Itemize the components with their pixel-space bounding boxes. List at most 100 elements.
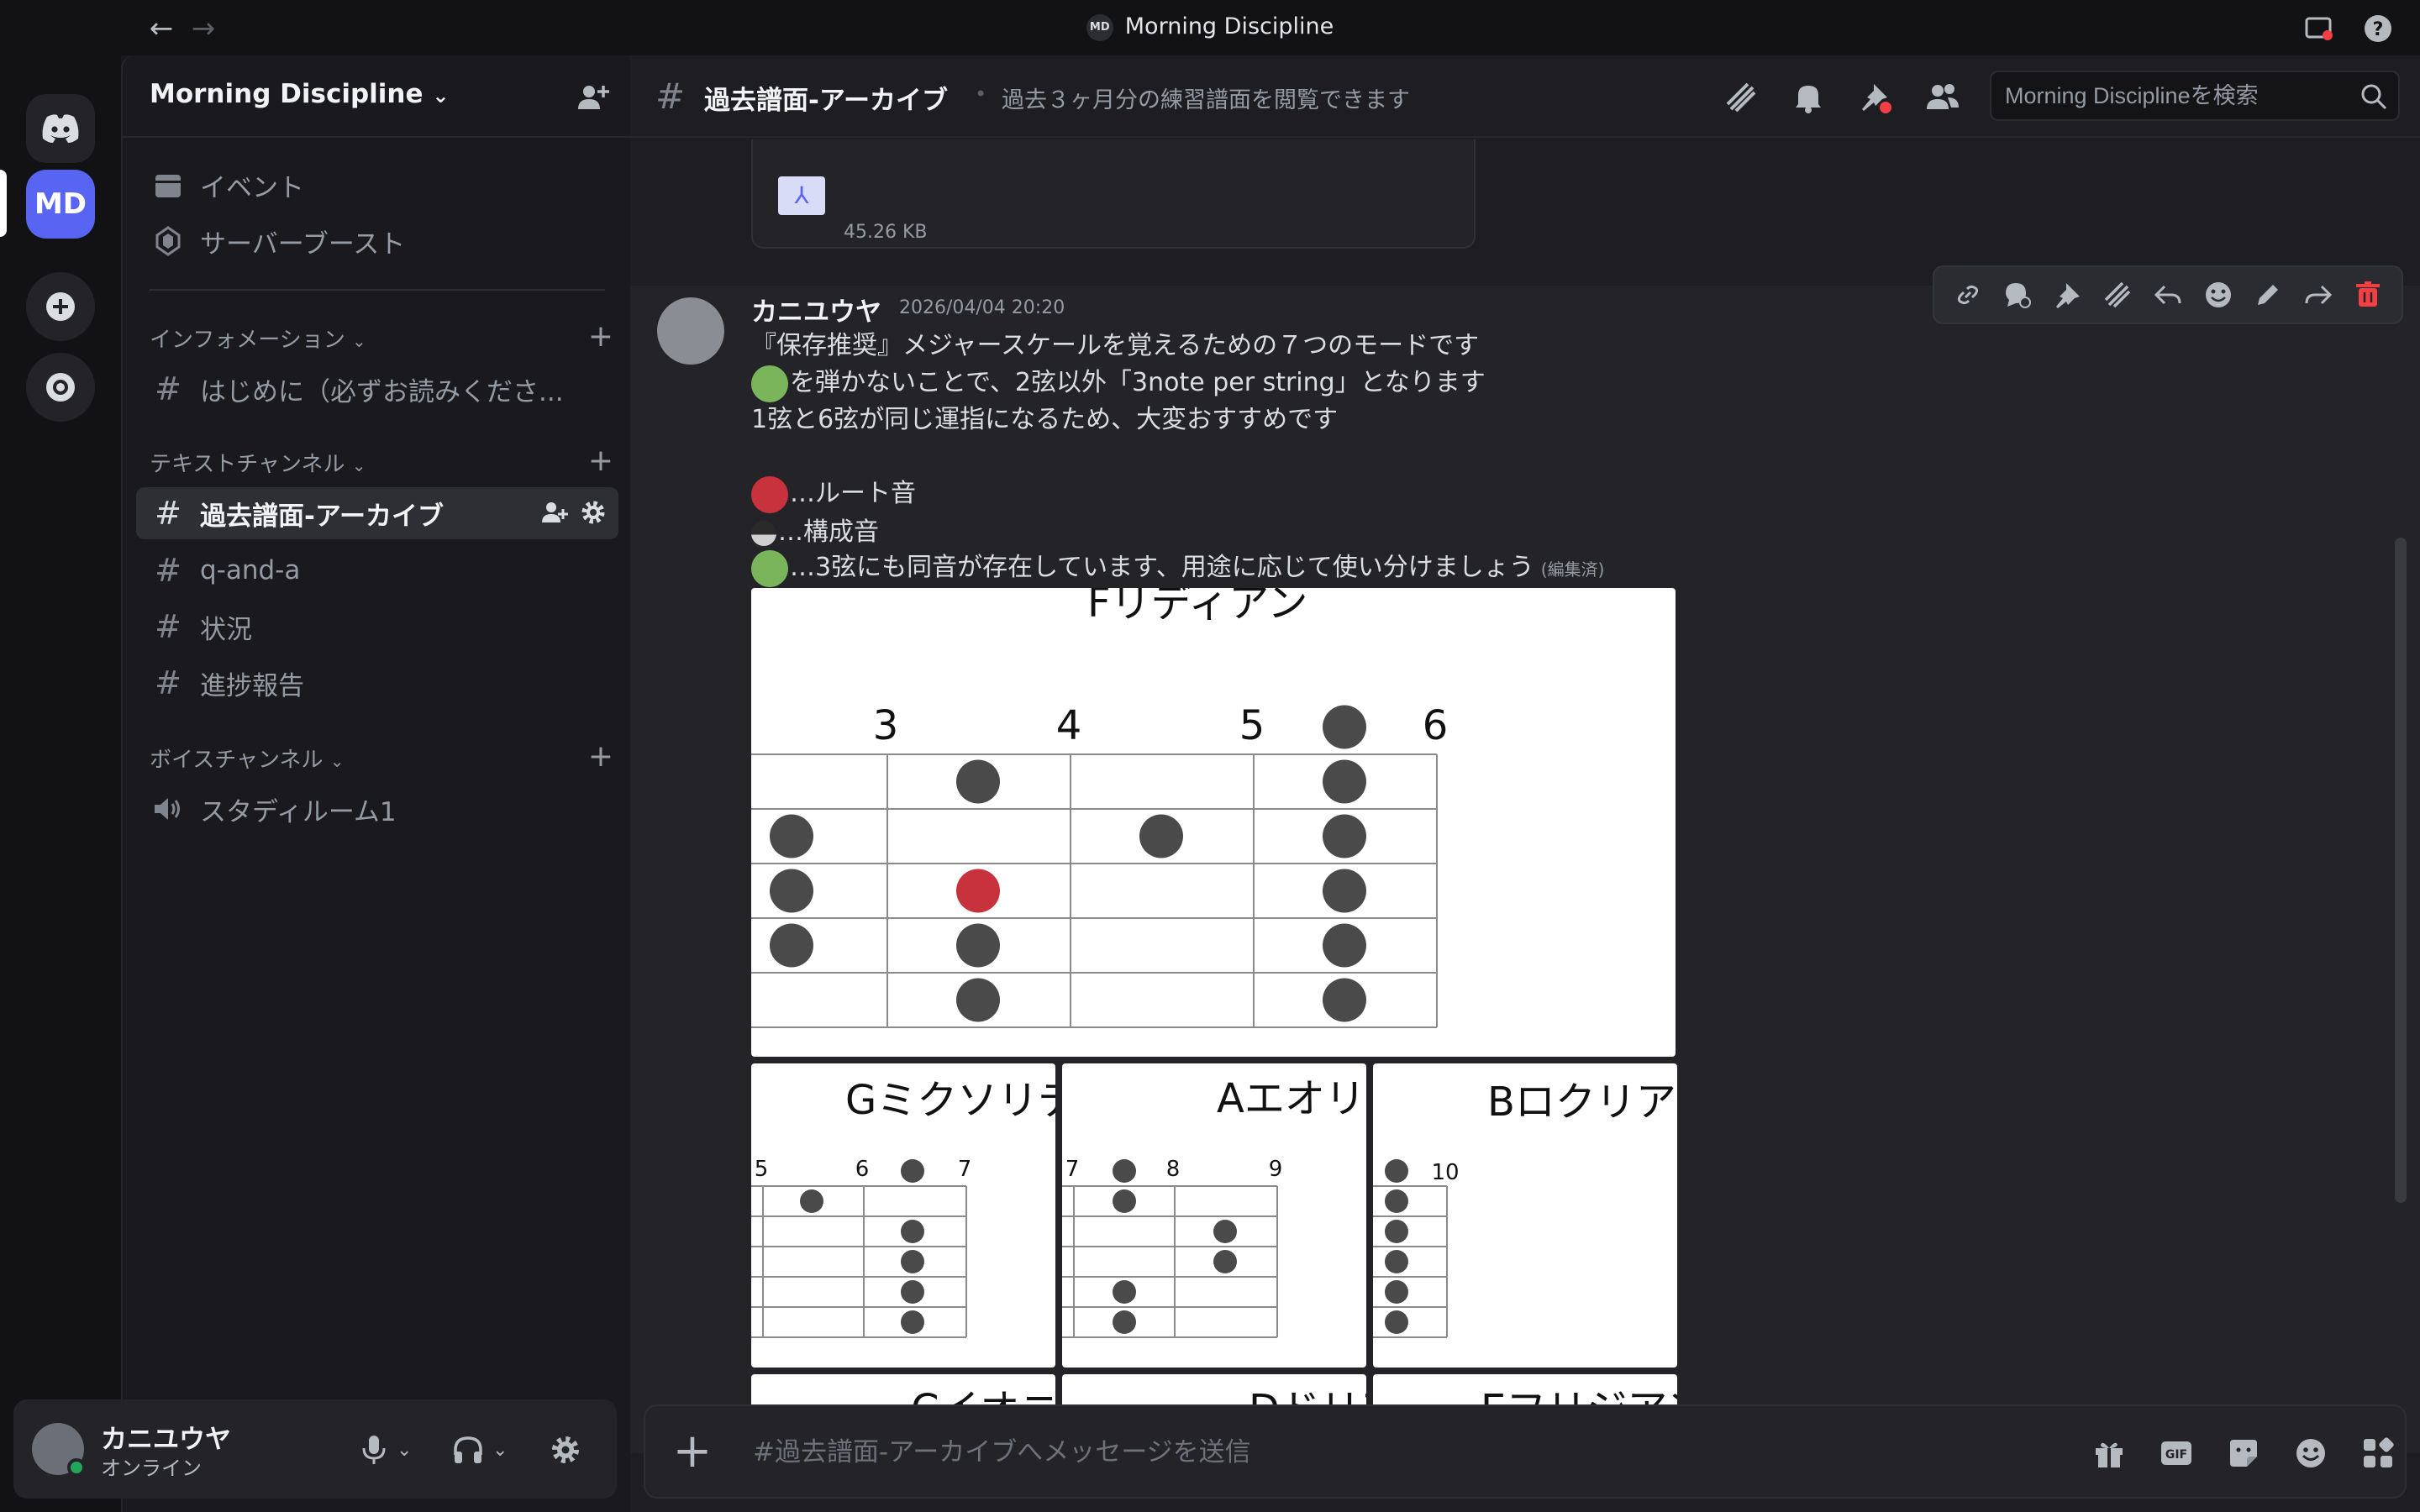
- server-header[interactable]: Morning Discipline ⌄: [123, 55, 632, 138]
- home-discord-button[interactable]: [26, 94, 95, 163]
- hash-icon: #: [155, 370, 182, 407]
- message-line-text: …3弦にも同音が存在しています、用途に応じて使い分けましょう: [790, 553, 1534, 582]
- scale-note-dot: [800, 1189, 823, 1213]
- edit-pencil-icon[interactable]: [2251, 278, 2285, 312]
- scale-diagram-g-mixolydian[interactable]: Gミクソリディアン 567: [751, 1063, 1055, 1368]
- message-line: を弾かないことで、2弦以外「3note per string」となります: [751, 361, 1486, 402]
- notification-bell-icon[interactable]: [1790, 79, 1827, 116]
- sidebar-item-server-boost[interactable]: サーバーブースト: [136, 215, 618, 267]
- scale-diagram-b-locrian[interactable]: Bロクリアン 10: [1373, 1063, 1677, 1368]
- hash-icon: #: [155, 608, 182, 645]
- scale-note-dot: [1113, 1159, 1136, 1183]
- help-icon[interactable]: ?: [2363, 13, 2393, 44]
- server-name[interactable]: Morning Discipline ⌄: [150, 79, 449, 109]
- category-text-channels[interactable]: テキストチャンネル ⌄ +: [150, 444, 620, 480]
- sidebar-item-label: 状況: [200, 614, 252, 645]
- sidebar-item-q-and-a[interactable]: # q-and-a: [136, 544, 618, 596]
- user-name[interactable]: カニユウヤ: [101, 1418, 231, 1456]
- message-input[interactable]: [753, 1431, 1845, 1473]
- fret-number-label: 5: [1239, 702, 1265, 749]
- emoji-icon[interactable]: [2292, 1435, 2329, 1472]
- server-icon-md[interactable]: MD: [26, 170, 95, 239]
- category-voice-channels[interactable]: ボイスチャンネル ⌄ +: [150, 739, 620, 776]
- scrollbar-thumb[interactable]: [2395, 538, 2407, 1203]
- copy-link-icon[interactable]: [1951, 278, 1985, 312]
- gif-icon[interactable]: GIF: [2158, 1435, 2195, 1472]
- add-reaction-icon[interactable]: [2202, 278, 2235, 312]
- title-bar: ← → MD Morning Discipline ?: [0, 0, 2420, 55]
- search-box[interactable]: [1990, 71, 2400, 121]
- scale-note-dot: [1323, 759, 1366, 804]
- threads-icon[interactable]: [1723, 79, 1760, 116]
- create-thread-icon[interactable]: [2101, 278, 2134, 312]
- sidebar-item-hajimeni[interactable]: # はじめに（必ずお読みくださ...: [136, 363, 618, 415]
- scale-note-dot: [1385, 1189, 1408, 1213]
- pin-icon[interactable]: [2051, 278, 2085, 312]
- channel-topic[interactable]: 過去３ヶ月分の練習譜面を閲覧できます: [1002, 81, 1410, 114]
- scale-diagram-a-aeolian[interactable]: Aエオリアン 789: [1062, 1063, 1366, 1368]
- scale-note-dot: [1113, 1189, 1136, 1213]
- reply-thread-icon[interactable]: [2001, 278, 2034, 312]
- search-input[interactable]: [2005, 79, 2341, 113]
- invite-to-channel-icon[interactable]: [541, 499, 568, 533]
- scale-note-dot: [1385, 1220, 1408, 1243]
- scale-note-dot: [901, 1310, 924, 1334]
- svg-text:GIF: GIF: [2165, 1448, 2187, 1462]
- scale-note-dot: [956, 978, 1000, 1022]
- sidebar-item-archive[interactable]: # 過去譜面-アーカイブ: [136, 487, 618, 539]
- mute-control[interactable]: ⌄: [360, 1433, 412, 1467]
- chevron-down-icon: ⌄: [492, 1439, 508, 1461]
- sidebar-item-progress-report[interactable]: # 進捗報告: [136, 657, 618, 709]
- channel-sidebar: Morning Discipline ⌄ イベント サーバーブースト インフォメ…: [121, 55, 632, 1512]
- forward-icon[interactable]: [2302, 278, 2335, 312]
- sidebar-item-label: サーバーブースト: [200, 228, 406, 260]
- message-line: 1弦と6弦が同じ運指になるため、大変おすすめです: [751, 405, 1339, 434]
- scale-note-dot: [1323, 869, 1366, 913]
- scale-note-dot: [1323, 923, 1366, 968]
- scale-note-dot: [901, 1220, 924, 1243]
- message-line: …ルート音: [751, 472, 916, 513]
- channel-settings-gear-icon[interactable]: [580, 499, 607, 533]
- message-line: …構成音: [751, 511, 879, 548]
- scale-note-dot: [1113, 1310, 1136, 1334]
- user-settings-gear-icon[interactable]: [550, 1433, 581, 1467]
- file-attachment[interactable]: ⅄ 45.26 KB: [751, 139, 1476, 249]
- scale-note-dot: [1139, 814, 1183, 858]
- search-icon[interactable]: [2360, 82, 2388, 111]
- file-size: 45.26 KB: [844, 222, 928, 243]
- window-title-text: Morning Discipline: [1124, 13, 1334, 39]
- deafen-control[interactable]: ⌄: [452, 1433, 508, 1467]
- gift-icon[interactable]: [2091, 1435, 2128, 1472]
- avatar[interactable]: [657, 297, 724, 365]
- server-mini-badge: MD: [1086, 13, 1113, 41]
- message-composer: + GIF: [644, 1404, 2407, 1499]
- scale-diagram-main[interactable]: Fリディアン 3456: [751, 588, 1676, 1057]
- add-server-button[interactable]: [26, 272, 95, 341]
- upload-plus-icon[interactable]: +: [671, 1428, 714, 1475]
- apps-icon[interactable]: [2360, 1435, 2396, 1472]
- member-list-icon[interactable]: [1924, 79, 1961, 116]
- sidebar-item-study-room[interactable]: スタディルーム1: [136, 783, 618, 835]
- scale-note-dot: [770, 869, 813, 913]
- create-channel-plus-icon[interactable]: +: [588, 319, 613, 354]
- sidebar-item-status[interactable]: # 状況: [136, 601, 618, 653]
- category-information[interactable]: インフォメーション ⌄ +: [150, 319, 620, 356]
- create-channel-plus-icon[interactable]: +: [588, 739, 613, 774]
- discover-button[interactable]: [26, 353, 95, 422]
- create-channel-plus-icon[interactable]: +: [588, 444, 613, 478]
- calendar-icon: [151, 171, 185, 199]
- reply-arrow-icon[interactable]: [2151, 278, 2185, 312]
- message-author[interactable]: カニユウヤ: [751, 291, 881, 328]
- sticker-icon[interactable]: [2225, 1435, 2262, 1472]
- window-title: MD Morning Discipline: [0, 13, 2420, 41]
- invite-people-icon[interactable]: [576, 81, 610, 114]
- green-circle-emoji: [751, 365, 788, 402]
- green-circle-emoji: [751, 549, 788, 587]
- inbox-icon[interactable]: [2304, 13, 2334, 44]
- pinned-messages-icon[interactable]: [1857, 79, 1894, 116]
- sidebar-item-events[interactable]: イベント: [136, 159, 618, 211]
- fret-number-label: 5: [755, 1157, 769, 1182]
- sidebar-item-label: 過去譜面-アーカイブ: [200, 501, 445, 532]
- server-name-text: Morning Discipline: [150, 79, 424, 109]
- delete-trash-icon[interactable]: [2351, 278, 2385, 312]
